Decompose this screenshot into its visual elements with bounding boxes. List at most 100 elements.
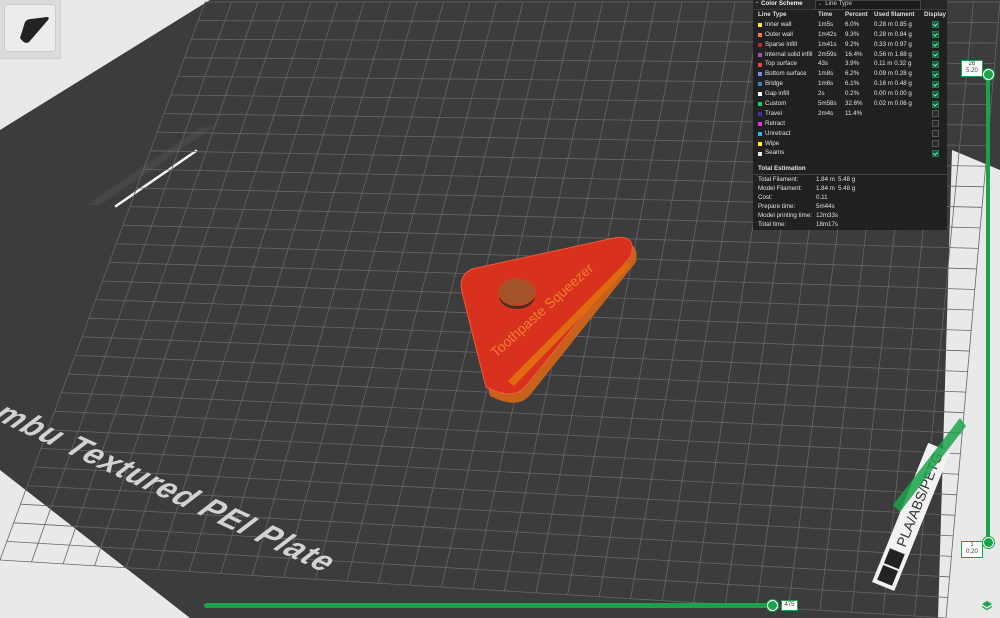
estimation-label: Model Filament: <box>758 184 803 192</box>
legend-rows: Inner wall 1m5s 6.0% 0.28 m 0.85 g Outer wal… <box>753 20 947 158</box>
layer-slider-track[interactable] <box>986 72 990 542</box>
color-scheme-select[interactable]: ⌄ Line Type <box>815 0 921 10</box>
display-checkbox[interactable] <box>931 80 939 88</box>
estimation-weight: 5.48 g <box>838 184 856 192</box>
line-type-percent: 16.4% <box>845 50 863 58</box>
filament-weight: 0.06 g <box>894 99 912 107</box>
estimation-label: Model printing time: <box>758 211 812 219</box>
legend-row-type: Wipe <box>753 139 818 147</box>
line-type-name: Seams <box>765 149 785 157</box>
col-time: Time <box>818 10 833 18</box>
display-checkbox[interactable] <box>931 130 939 138</box>
display-checkbox[interactable] <box>931 31 939 39</box>
estimation-value: 5m44s <box>816 202 835 210</box>
line-type-swatch <box>758 82 762 87</box>
plate-thumbnail-panel <box>0 0 61 59</box>
legend-row: Sparse infill 1m41s 9.2% 0.33 m 0.97 g <box>753 40 947 50</box>
legend-row-type: Outer wall <box>753 31 818 38</box>
line-type-percent: 3.9% <box>845 60 860 68</box>
legend-row: Custom 5m58s 32.6% 0.02 m 0.06 g <box>753 99 947 109</box>
display-checkbox[interactable] <box>931 90 939 98</box>
estimation-row: Total time: 18m17s <box>753 220 947 229</box>
estimation-value: 18m17s <box>816 220 839 228</box>
display-checkbox[interactable] <box>931 150 939 158</box>
display-checkbox[interactable] <box>931 120 939 128</box>
legend-row-type: Inner wall <box>753 20 818 28</box>
legend-row: Outer wall 1m42s 9.3% 0.28 m 0.84 g <box>753 30 947 40</box>
layer-slider-top-handle[interactable] <box>983 69 994 80</box>
filament-length: 0.28 m <box>874 20 893 28</box>
legend-row: Top surface 43s 3.9% 0.11 m 0.32 g <box>753 60 947 70</box>
line-type-time: 1m41s <box>818 40 837 48</box>
display-checkbox[interactable] <box>931 140 939 148</box>
plate-thumbnail[interactable] <box>4 4 56 52</box>
line-type-time: 1m42s <box>818 30 837 38</box>
line-type-time: 1m6s <box>818 80 834 88</box>
line-type-time: 5m58s <box>818 99 837 107</box>
model-thumbnail-icon <box>20 17 49 43</box>
display-checkbox[interactable] <box>931 61 939 68</box>
line-type-filament: 0.02 m 0.06 g <box>874 99 923 107</box>
layers-icon[interactable] <box>981 599 993 611</box>
legend-row: Bottom surface 1m8s 6.2% 0.09 m 0.28 g <box>753 69 947 79</box>
line-type-percent: 9.3% <box>845 30 860 38</box>
color-scheme-panel: ⌃ Color Scheme ⌄ Line Type Line Type Tim… <box>753 0 947 230</box>
line-type-swatch <box>758 32 762 37</box>
filament-weight: 1.68 g <box>894 50 912 58</box>
bottom-layer-height: 0.20 <box>966 549 978 555</box>
line-type-swatch <box>758 92 762 97</box>
display-checkbox[interactable] <box>931 51 939 59</box>
line-type-swatch <box>758 42 762 47</box>
line-type-name: Inner wall <box>765 20 792 28</box>
estimation-value: 1.84 m <box>816 184 835 192</box>
col-display: Display <box>923 10 946 18</box>
estimation-label: Cost: <box>758 193 773 201</box>
filament-weight: 0.28 g <box>894 70 912 78</box>
col-used-filament: Used filament <box>874 10 915 18</box>
legend-row-type: Seams <box>753 150 818 156</box>
move-slider-handle[interactable] <box>767 600 778 611</box>
display-checkbox[interactable] <box>931 41 939 49</box>
estimation-row: Prepare time: 5m44s <box>753 202 947 211</box>
legend-row-type: Retract <box>753 120 818 127</box>
line-type-percent: 6.1% <box>845 80 860 88</box>
filament-length: 0.56 m <box>874 50 893 58</box>
display-cell <box>923 120 947 128</box>
display-cell <box>923 31 947 39</box>
legend-row-type: Gap infill <box>753 90 818 98</box>
chevron-down-icon: ⌄ <box>818 1 823 7</box>
line-type-swatch <box>758 151 762 156</box>
line-type-filament: 0.28 m 0.84 g <box>874 30 923 38</box>
line-type-name: Wipe <box>765 139 780 147</box>
filament-weight: 0.85 g <box>894 20 912 28</box>
layer-slider-bottom-handle[interactable] <box>983 537 994 548</box>
display-checkbox[interactable] <box>931 21 939 29</box>
line-type-name: Gap infill <box>765 90 790 98</box>
legend-row-type: Bottom surface <box>753 71 818 77</box>
line-type-filament: 0.00 m 0.00 g <box>874 90 923 98</box>
filament-weight: 0.84 g <box>894 30 912 38</box>
filament-length: 0.00 m <box>874 90 893 98</box>
legend-row-type: Internal solid infill <box>753 51 818 58</box>
bottom-layer-label: 1 0.20 <box>961 541 983 558</box>
line-type-time: 2m4s <box>818 109 834 117</box>
collapse-icon[interactable]: ⌃ <box>753 2 761 8</box>
display-checkbox[interactable] <box>931 110 939 118</box>
display-cell <box>923 41 947 49</box>
estimation-value: 0.11 <box>816 193 828 201</box>
top-layer-number: 26 <box>968 61 976 67</box>
filament-length: 0.28 m <box>874 30 893 38</box>
line-type-time: 2m59s <box>818 50 837 58</box>
move-slider-track[interactable] <box>204 603 775 608</box>
legend-row-type: Sparse infill <box>753 41 818 48</box>
line-type-swatch <box>758 52 762 57</box>
display-cell <box>923 110 947 118</box>
display-checkbox[interactable] <box>931 100 939 108</box>
display-cell <box>923 80 947 88</box>
filament-weight: 0.32 g <box>894 60 912 68</box>
line-type-filament: 0.33 m 0.97 g <box>874 41 923 48</box>
estimation-row: Model Filament: 1.84 m 5.48 g <box>753 184 947 193</box>
display-checkbox[interactable] <box>931 70 939 78</box>
filament-weight: 0.00 g <box>894 90 912 98</box>
line-type-swatch <box>758 72 762 77</box>
